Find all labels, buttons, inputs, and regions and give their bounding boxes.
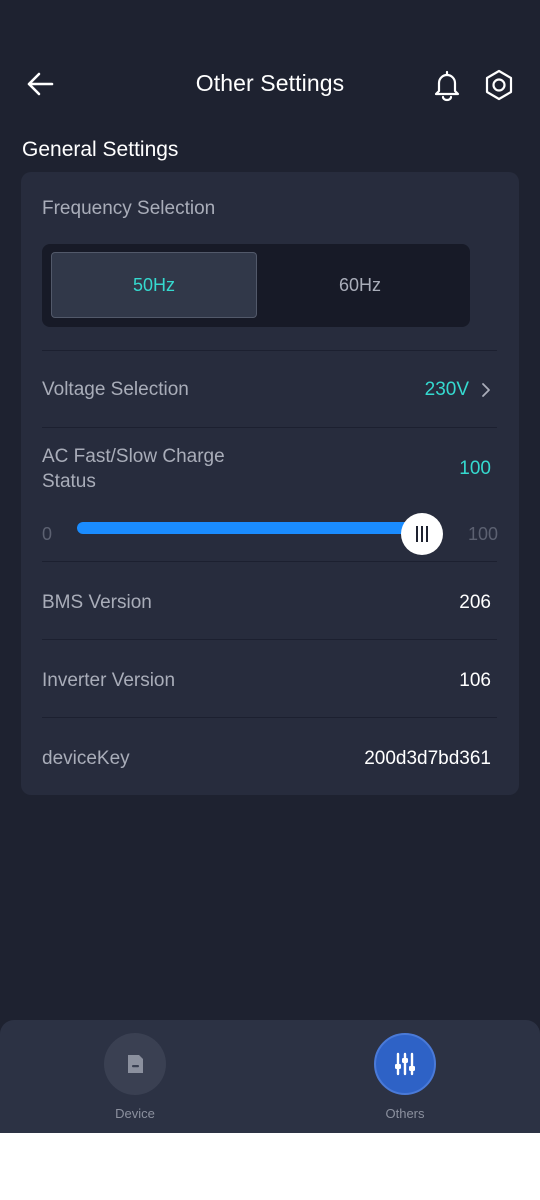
bell-icon (434, 70, 460, 102)
grip-icon (416, 526, 428, 542)
divider (42, 639, 497, 640)
chevron-right-icon (482, 383, 490, 397)
frequency-label: Frequency Selection (42, 198, 216, 219)
general-settings-card: Frequency Selection 50Hz 60Hz Voltage Se… (21, 172, 519, 795)
voltage-value: 230V (424, 379, 469, 400)
slider-fill (77, 522, 422, 534)
ac-charge-label: AC Fast/Slow Charge Status (42, 446, 225, 492)
divider (42, 561, 497, 562)
slider-thumb[interactable] (401, 513, 443, 555)
voltage-selection-row[interactable]: Voltage Selection 230V (21, 352, 519, 428)
divider (42, 350, 497, 351)
device-key-label: deviceKey (42, 748, 130, 769)
slider-max-label: 100 (467, 524, 498, 544)
inverter-version-label: Inverter Version (42, 670, 176, 691)
sliders-icon (395, 1052, 415, 1076)
frequency-selector: 50Hz 60Hz (42, 244, 470, 327)
header: Other Settings (0, 56, 540, 112)
nav-item-others[interactable]: Others (345, 1033, 465, 1121)
frequency-option-50hz[interactable]: 50Hz (51, 252, 257, 318)
inverter-version-value: 106 (459, 670, 491, 691)
bms-version-value: 206 (459, 592, 491, 613)
voltage-label: Voltage Selection (42, 379, 189, 400)
settings-button[interactable] (480, 66, 518, 104)
nav-device-icon-wrap (104, 1033, 166, 1095)
bms-version-label: BMS Version (42, 592, 152, 613)
divider (42, 717, 497, 718)
device-key-value: 200d3d7bd361 (364, 748, 491, 769)
slider-min-label: 0 (42, 524, 53, 544)
divider (42, 427, 497, 428)
ac-charge-value: 100 (459, 458, 491, 479)
device-icon (128, 1055, 143, 1073)
bottom-nav: Device Others (0, 1020, 540, 1133)
notifications-button[interactable] (428, 66, 466, 104)
ac-charge-slider[interactable] (77, 522, 422, 534)
frequency-option-60hz[interactable]: 60Hz (257, 252, 463, 318)
nav-others-icon-wrap (374, 1033, 436, 1095)
gear-icon (485, 69, 513, 101)
nav-label-device: Device (115, 1106, 155, 1121)
nav-label-others: Others (385, 1106, 425, 1121)
app-screen: Other Settings General Settings Frequenc… (0, 0, 540, 1133)
nav-item-device[interactable]: Device (75, 1033, 195, 1121)
section-title: General Settings (22, 138, 179, 161)
